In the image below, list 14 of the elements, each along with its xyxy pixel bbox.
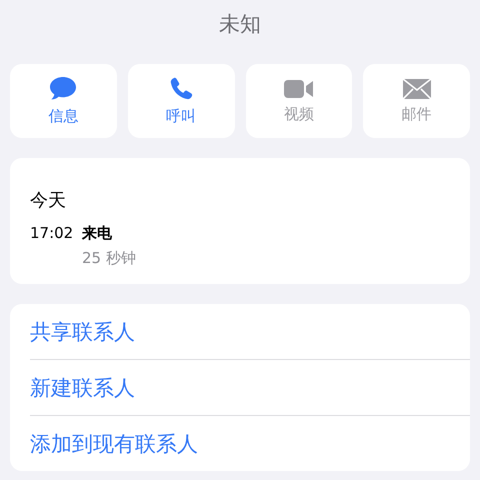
contact-option-link[interactable]: 共享联系人 (30, 304, 470, 360)
action-button[interactable]: 呼叫 (128, 64, 234, 138)
phone-icon (169, 76, 194, 100)
contact-option-link[interactable]: 添加到现有联系人 (30, 416, 470, 471)
envelope-icon (402, 78, 431, 98)
video-camera-icon (284, 78, 314, 98)
contact-option-link[interactable]: 新建联系人 (30, 360, 470, 416)
speech-bubble-icon (49, 76, 78, 101)
call-duration: 25 秒钟 (82, 249, 137, 268)
subtitle: 未知 (219, 11, 261, 38)
call-time: 17:02 (30, 224, 74, 243)
day-label: 今天 (30, 189, 67, 212)
action-button[interactable]: 信息 (10, 64, 117, 138)
call-type: 来电 (82, 224, 113, 243)
